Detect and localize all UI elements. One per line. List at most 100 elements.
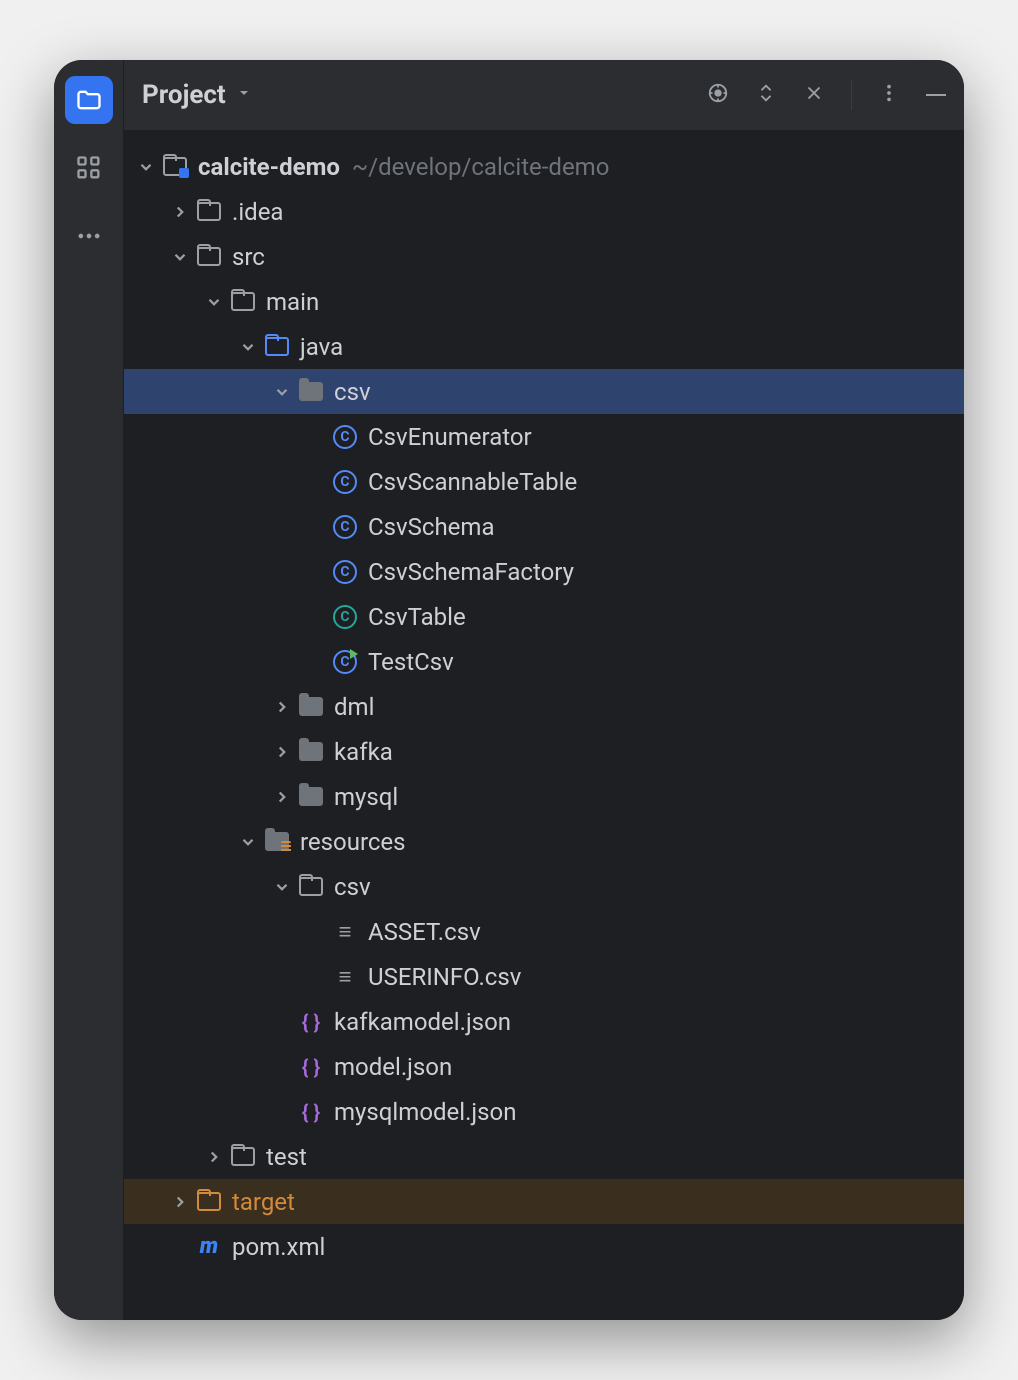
tree-row[interactable]: src — [124, 234, 964, 279]
tree-node-label: dml — [334, 693, 374, 721]
tree-row[interactable]: CCsvSchema — [124, 504, 964, 549]
text-file-icon: ≡ — [332, 964, 358, 990]
package-icon — [298, 694, 324, 720]
chevron-down-icon[interactable] — [168, 248, 192, 266]
package-icon — [298, 379, 324, 405]
minimize-icon[interactable] — [926, 94, 946, 96]
tree-node-label: CsvTable — [368, 603, 466, 631]
chevron-right-icon[interactable] — [270, 698, 294, 716]
runnable-class-icon: C — [332, 649, 358, 675]
tree-row[interactable]: dml — [124, 684, 964, 729]
separator — [851, 80, 852, 110]
dropdown-icon — [236, 85, 252, 105]
tree-row[interactable]: ≡ USERINFO.csv — [124, 954, 964, 999]
tree-node-label: .idea — [232, 198, 283, 226]
tree-row[interactable]: mysql — [124, 774, 964, 819]
expand-collapse-icon[interactable] — [755, 82, 777, 108]
chevron-right-icon[interactable] — [168, 1193, 192, 1211]
folder-icon — [230, 289, 256, 315]
json-file-icon: { } — [298, 1009, 324, 1035]
tree-row[interactable]: main — [124, 279, 964, 324]
structure-tool-button[interactable] — [65, 144, 113, 192]
tree-node-label: mysqlmodel.json — [334, 1098, 517, 1126]
chevron-down-icon[interactable] — [202, 293, 226, 311]
tree-node-label: CsvSchema — [368, 513, 495, 541]
folder-icon — [298, 874, 324, 900]
chevron-down-icon[interactable] — [270, 383, 294, 401]
tree-node-label: CsvSchemaFactory — [368, 558, 574, 586]
tree-row[interactable]: { } mysqlmodel.json — [124, 1089, 964, 1134]
panel-title: Project — [142, 80, 226, 110]
chevron-down-icon[interactable] — [270, 878, 294, 896]
json-file-icon: { } — [298, 1099, 324, 1125]
tree-node-label: resources — [300, 828, 406, 856]
package-icon — [298, 739, 324, 765]
tool-strip — [54, 60, 124, 1320]
class-icon: C — [332, 559, 358, 585]
tree-node-label: USERINFO.csv — [368, 963, 521, 991]
tree-node-label: mysql — [334, 783, 398, 811]
main-panel: Project — [124, 60, 964, 1320]
tree-row[interactable]: { } kafkamodel.json — [124, 999, 964, 1044]
options-menu-icon[interactable] — [878, 82, 900, 108]
tree-row[interactable]: .idea — [124, 189, 964, 234]
panel-header: Project — [124, 60, 964, 130]
text-file-icon: ≡ — [332, 919, 358, 945]
tree-row[interactable]: calcite-demo ~/develop/calcite-demo — [124, 144, 964, 189]
project-tool-button[interactable] — [65, 76, 113, 124]
ide-project-tool-window: Project — [54, 60, 964, 1320]
folder-icon — [196, 244, 222, 270]
tree-node-label: ASSET.csv — [368, 918, 481, 946]
tree-node-label: kafka — [334, 738, 393, 766]
tree-node-label: csv — [334, 378, 371, 406]
class-icon: C — [332, 469, 358, 495]
chevron-down-icon[interactable] — [236, 338, 260, 356]
tree-row[interactable]: m pom.xml — [124, 1224, 964, 1269]
more-tool-button[interactable] — [65, 212, 113, 260]
view-selector[interactable]: Project — [142, 80, 252, 110]
tree-row[interactable]: C TestCsv — [124, 639, 964, 684]
tree-node-label: TestCsv — [368, 648, 454, 676]
tree-node-label: CsvEnumerator — [368, 423, 532, 451]
chevron-down-icon[interactable] — [236, 833, 260, 851]
tree-row[interactable]: ≡ ASSET.csv — [124, 909, 964, 954]
tree-row[interactable]: C CsvTable — [124, 594, 964, 639]
chevron-right-icon[interactable] — [270, 788, 294, 806]
tree-row[interactable]: C CsvScannableTable — [124, 459, 964, 504]
tree-row[interactable]: CCsvEnumerator — [124, 414, 964, 459]
tree-row[interactable]: C CsvSchemaFactory — [124, 549, 964, 594]
tree-row[interactable]: { }model.json — [124, 1044, 964, 1089]
tree-row[interactable]: kafka — [124, 729, 964, 774]
close-icon[interactable] — [803, 82, 825, 108]
folder-icon — [230, 1144, 256, 1170]
tree-node-label: kafkamodel.json — [334, 1008, 511, 1036]
package-icon — [298, 784, 324, 810]
folder-icon — [196, 199, 222, 225]
tree-row[interactable]: test — [124, 1134, 964, 1179]
tree-row[interactable]: target — [124, 1179, 964, 1224]
tree-node-path: ~/develop/calcite-demo — [352, 153, 610, 181]
resources-folder-icon — [264, 829, 290, 855]
tree-row[interactable]: resources — [124, 819, 964, 864]
tree-node-label: test — [266, 1143, 307, 1171]
project-tree[interactable]: calcite-demo ~/develop/calcite-demo .idea s… — [124, 130, 964, 1320]
module-folder-icon — [162, 154, 188, 180]
tree-row[interactable]: csv — [124, 864, 964, 909]
tree-node-label: target — [232, 1188, 295, 1216]
chevron-right-icon[interactable] — [168, 203, 192, 221]
tree-node-label: CsvScannableTable — [368, 468, 577, 496]
select-opened-file-icon[interactable] — [707, 82, 729, 108]
excluded-folder-icon — [196, 1189, 222, 1215]
source-folder-icon — [264, 334, 290, 360]
chevron-down-icon[interactable] — [134, 158, 158, 176]
chevron-right-icon[interactable] — [270, 743, 294, 761]
chevron-right-icon[interactable] — [202, 1148, 226, 1166]
tree-node-label: calcite-demo — [198, 153, 340, 181]
tree-node-label: pom.xml — [232, 1233, 325, 1261]
maven-file-icon: m — [196, 1234, 222, 1260]
abstract-class-icon: C — [332, 604, 358, 630]
tree-node-label: csv — [334, 873, 371, 901]
tree-row[interactable]: csv — [124, 369, 964, 414]
tree-row[interactable]: java — [124, 324, 964, 369]
tree-node-label: main — [266, 288, 319, 316]
